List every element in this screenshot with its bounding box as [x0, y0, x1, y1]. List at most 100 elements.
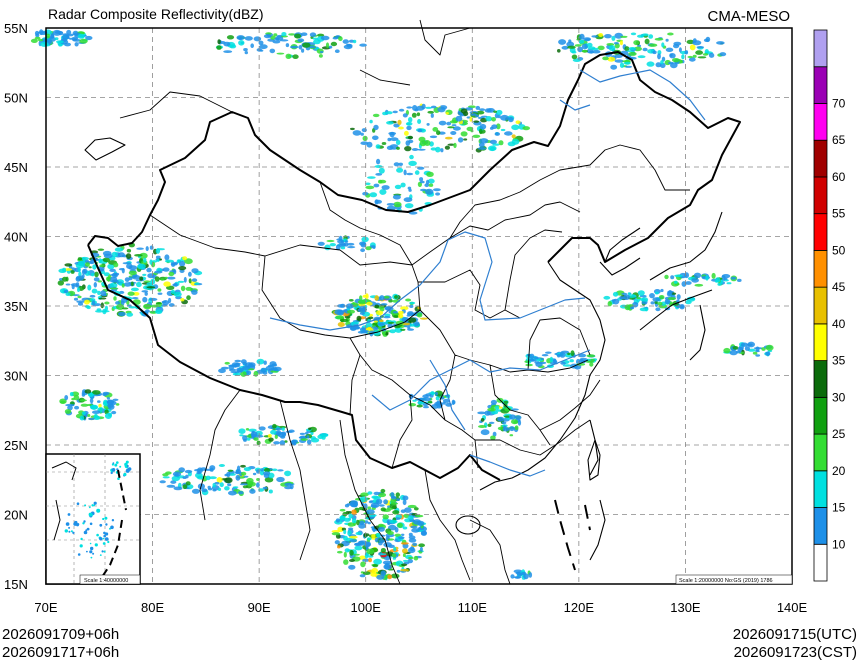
inset-echo-cell: [102, 517, 105, 521]
colorbar-swatch: [813, 66, 828, 104]
echo-cell: [98, 297, 107, 300]
echo-cell: [401, 563, 408, 567]
echo-cell: [180, 285, 186, 292]
echo-cell: [628, 47, 637, 51]
echo-cell: [274, 434, 278, 439]
echo-cell: [736, 350, 742, 354]
echo-cell: [672, 58, 680, 63]
echo-cell: [455, 115, 463, 122]
echo-cell: [226, 471, 231, 478]
echo-cell: [475, 114, 479, 118]
echo-cell: [378, 523, 384, 528]
echo-cell: [660, 288, 664, 293]
echo-cell: [263, 471, 271, 476]
echo-cell: [99, 264, 104, 268]
echo-cell: [708, 52, 715, 58]
echo-cell: [356, 315, 362, 321]
inset-echo-cell: [126, 465, 129, 467]
echo-cell: [447, 126, 455, 129]
echo-cell: [549, 356, 554, 363]
echo-cell: [354, 545, 363, 551]
echo-cell: [438, 120, 447, 126]
echo-cell: [426, 171, 434, 177]
echo-cell: [460, 131, 468, 137]
inset-echo-cell: [103, 531, 106, 535]
echo-cell: [75, 282, 80, 287]
inset-echo-cell: [68, 530, 71, 533]
scale-note: Scale 1:20000000 No:GS (2019) 1786: [679, 578, 773, 584]
echo-cell: [380, 570, 386, 577]
echo-cell: [628, 51, 637, 56]
echo-cell: [253, 36, 262, 42]
echo-cell: [431, 404, 439, 409]
echo-cell: [126, 312, 134, 317]
echo-cell: [332, 36, 338, 40]
valid-time-local: 2026091717+06h: [2, 644, 120, 661]
echo-cell: [242, 435, 248, 441]
colorbar-label: 40: [832, 317, 846, 331]
lat-tick-label: 35N: [4, 299, 28, 314]
echo-cell: [377, 322, 385, 326]
echo-cell: [652, 297, 661, 302]
echo-cell: [346, 503, 352, 506]
echo-cell: [84, 389, 92, 394]
echo-cell: [667, 290, 673, 296]
echo-cell: [716, 41, 725, 45]
echo-cell: [350, 127, 355, 131]
echo-cell: [689, 44, 696, 51]
echo-cell: [676, 294, 681, 300]
echo-cell: [111, 272, 118, 278]
echo-cell: [416, 112, 421, 117]
echo-cell: [490, 435, 496, 441]
echo-cell: [242, 485, 248, 489]
echo-cell: [703, 38, 710, 42]
echo-cell: [65, 292, 71, 297]
echo-cell: [329, 243, 336, 247]
echo-cell: [61, 34, 70, 40]
echo-cell: [232, 486, 239, 489]
echo-cell: [501, 421, 507, 425]
echo-cell: [624, 65, 633, 68]
echo-cell: [343, 559, 349, 565]
echo-cell: [408, 535, 416, 540]
echo-cell: [354, 542, 362, 546]
echo-cell: [102, 391, 110, 396]
echo-cell: [374, 165, 383, 168]
echo-cell: [411, 112, 417, 118]
echo-cell: [633, 40, 640, 46]
echo-cell: [228, 490, 237, 496]
echo-cell: [507, 141, 516, 147]
echo-cell: [347, 511, 352, 514]
echo-cell: [308, 427, 312, 430]
echo-cell: [382, 514, 389, 520]
echo-cell: [406, 172, 414, 176]
echo-cell: [113, 262, 119, 268]
echo-cell: [256, 482, 260, 488]
echo-cell: [687, 55, 693, 59]
echo-cell: [581, 49, 588, 53]
echo-cell: [403, 197, 413, 203]
echo-cell: [114, 247, 124, 252]
inset-echo-cell: [125, 468, 130, 473]
echo-cell: [89, 398, 94, 404]
colorbar-swatch: [813, 103, 828, 141]
echo-cell: [339, 318, 349, 323]
echo-cell: [533, 356, 539, 360]
echo-cell: [390, 495, 397, 500]
echo-cell: [363, 533, 370, 537]
echo-cell: [88, 266, 92, 269]
echo-cell: [243, 48, 248, 52]
echo-cell: [165, 471, 172, 475]
echo-cell: [393, 315, 399, 318]
echo-cell: [511, 419, 518, 425]
echo-cell: [361, 128, 367, 133]
echo-cell: [348, 299, 354, 302]
echo-cell: [238, 428, 246, 435]
echo-cell: [346, 44, 353, 48]
echo-cell: [684, 272, 689, 279]
echo-cell: [64, 409, 72, 414]
echo-cell: [398, 108, 405, 112]
echo-cell: [154, 270, 163, 274]
colorbar-swatch: [813, 176, 828, 215]
echo-cell: [344, 240, 349, 243]
